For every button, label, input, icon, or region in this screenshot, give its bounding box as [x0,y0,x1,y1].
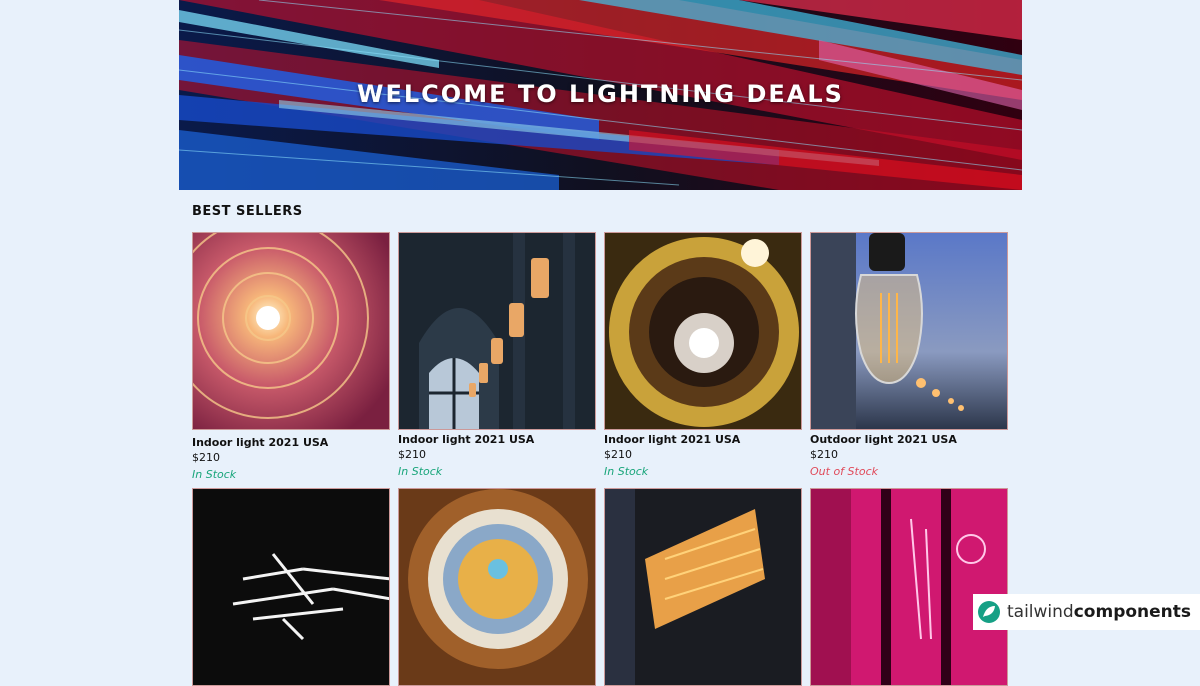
page: WELCOME TO LIGHTNING DEALS BEST SELLERS [179,0,1022,686]
stock-status: In Stock [192,468,237,481]
product-card[interactable]: Indoor light 2021 USA $210 In Stock [604,232,802,478]
product-card[interactable]: Indoor light 2021 USA $210 In Stock [398,232,596,478]
product-image[interactable] [810,232,1008,430]
product-price: $210 [398,448,426,461]
leaf-icon [978,601,1000,623]
product-image[interactable] [398,232,596,430]
product-card[interactable] [192,488,390,686]
product-card[interactable]: Outdoor light 2021 USA $210 Out of Stock [810,232,1008,478]
watermark-text-part1: tailwind [1007,602,1074,622]
hero-title: WELCOME TO LIGHTNING DEALS [357,80,844,108]
product-image[interactable] [604,232,802,430]
stock-status: In Stock [604,465,649,478]
product-card[interactable] [604,488,802,686]
product-card[interactable] [810,488,1008,686]
product-name[interactable]: Indoor light 2021 USA [192,436,390,449]
section-title: BEST SELLERS [192,204,303,219]
stock-status: In Stock [398,465,443,478]
watermark-text-part2: components [1073,602,1192,622]
product-name[interactable]: Indoor light 2021 USA [604,433,802,446]
watermark-text: tailwindcomponents [1007,602,1191,622]
product-image[interactable] [398,488,596,686]
product-image[interactable] [192,488,390,686]
product-image[interactable] [810,488,1008,686]
product-name[interactable]: Indoor light 2021 USA [398,433,596,446]
product-image[interactable] [604,488,802,686]
product-card[interactable] [398,488,596,686]
product-card[interactable]: Indoor light 2021 USA $210 In Stock [192,232,390,481]
tailwindcomponents-watermark[interactable]: tailwindcomponents [973,594,1200,630]
hero-banner: WELCOME TO LIGHTNING DEALS [179,0,1022,190]
product-price: $210 [192,451,220,464]
stock-status: Out of Stock [810,465,878,478]
product-name[interactable]: Outdoor light 2021 USA [810,433,1008,446]
product-image[interactable] [192,232,390,430]
product-price: $210 [604,448,632,461]
product-price: $210 [810,448,838,461]
